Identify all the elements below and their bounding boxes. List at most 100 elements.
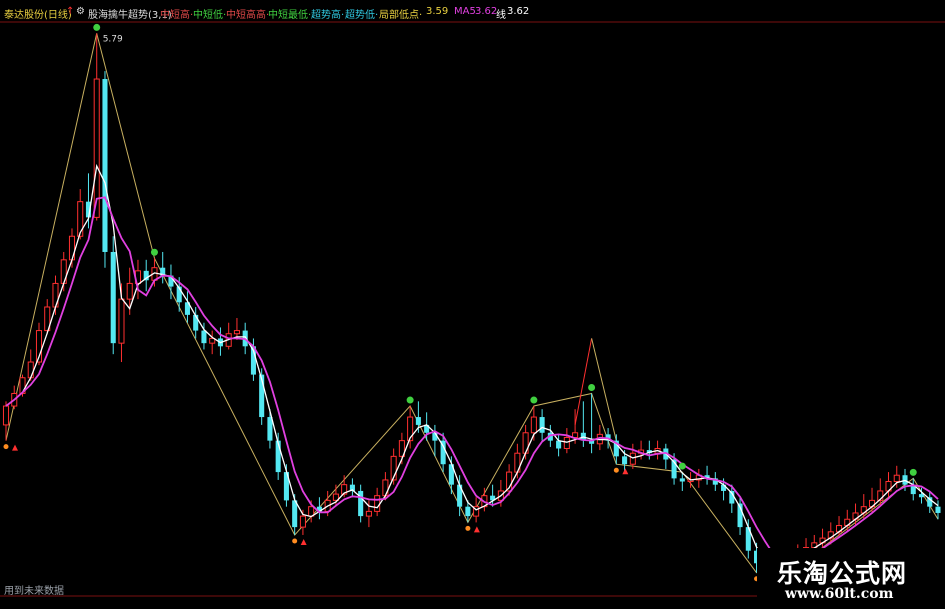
candle [539,409,545,441]
candle-body-up [374,495,381,512]
high-signal-marker [909,468,917,476]
high-signal-marker [588,383,596,391]
candle-body-down [679,478,685,482]
candle-body-up [233,330,240,335]
legend-item-1: 中短高· [160,10,194,21]
legend-item-4: 中短最低· [268,10,312,21]
candle-body-up [893,474,900,483]
legend-item-2: 中短低· [193,10,227,21]
candle [589,393,595,454]
ma5-value: 3.62 [475,6,498,17]
buy-arrow-icon [12,444,18,451]
high-signal-marker [530,396,538,404]
ma5-line [5,196,939,564]
candle [712,472,718,491]
candle [184,291,190,323]
candle [646,440,652,460]
candle [358,484,364,523]
candle [102,71,108,268]
watermark-title: 乐淘公式网 [777,559,908,588]
candle-body-down [556,440,562,449]
candle-body-down [102,79,108,252]
candle-body-up [308,506,315,517]
candle [704,465,710,485]
candle-body-up [299,515,306,528]
up-arrow-icon: ↑ [66,6,75,17]
candle [110,236,116,355]
high-signal-marker [150,248,158,256]
legend-item-5: 超势高· [311,10,345,21]
candle-body-up [126,282,133,300]
candle [374,487,381,517]
low-signal-marker [465,525,471,531]
candle [275,432,281,480]
candle [316,497,322,520]
candle-body-down [935,506,941,513]
low-signal-marker [613,467,619,473]
gear-icon[interactable]: ⚙ [76,6,85,17]
legend-item-6: 超势低· [345,10,379,21]
candle [209,330,216,355]
candle-body-up [2,405,10,426]
high-signal-marker [406,396,414,404]
buy-arrow-icon [300,538,307,545]
candle-body-down [465,506,471,517]
low-signal-marker [292,538,298,544]
local-low-label: 局部低点· [379,10,423,21]
candle-body-down [201,330,207,344]
candlestick-chart[interactable]: 5.79 [0,0,945,609]
candle [745,519,751,559]
candle-body-down [193,314,199,331]
candle-body-down [292,500,298,528]
watermark-url: www.60lt.com [785,586,894,602]
high-signal-marker [93,23,101,31]
stock-name[interactable]: 泰达股份(日线) [4,6,72,21]
candle [860,494,867,520]
candle-body-down [415,417,421,425]
candle [852,503,859,526]
buy-arrow-icon [473,526,480,533]
candle [868,487,876,513]
candle-body-up [530,416,537,434]
candles [2,33,941,573]
candle-body-up [118,298,125,344]
candle [60,251,67,292]
candle [390,448,397,485]
trend-value: 3.62 [507,6,530,17]
zigzag-lines [5,33,939,574]
candle-body-up [93,78,100,218]
high-signal-marker [678,462,686,470]
candle [349,478,355,498]
candle [835,516,843,539]
candle-body-up [77,201,84,237]
buy-arrow-icon [622,468,629,475]
candle-body-up [629,452,636,465]
candle [490,484,496,507]
candle-body-up [563,436,570,450]
candle-body-down [267,417,273,441]
legend-item-3: 中短高高· [226,10,270,21]
candle [563,428,570,454]
candle [35,322,43,366]
spike-line [591,338,617,441]
candle-body-up [365,510,372,517]
ma5-label: MA5 [454,6,476,17]
watermark: 乐淘公式网 www.60lt.com [757,548,945,609]
peak-price-label: 5.79 [103,34,123,44]
candle-body-down [358,490,364,517]
trend-label: 线 [496,10,506,21]
candle-body-down [110,251,116,344]
candle [225,322,232,350]
candle-body-up [68,235,76,261]
candle-body-down [622,456,628,465]
candle-body-down [918,494,925,498]
candle-body-down [539,417,545,433]
candle [267,409,273,449]
candle [259,368,265,425]
zigzag-line [5,33,939,574]
future-data-note: 用到未来数据 [4,586,64,597]
candle [844,509,851,532]
low-signal-marker [3,444,9,450]
indicator-header: 泰达股份(日线) ↑ ⚙ 股海擒牛超势(3,1) 中短高· 中短低· 中短高高·… [0,0,945,22]
local-low-value: 3.59 [426,6,449,17]
